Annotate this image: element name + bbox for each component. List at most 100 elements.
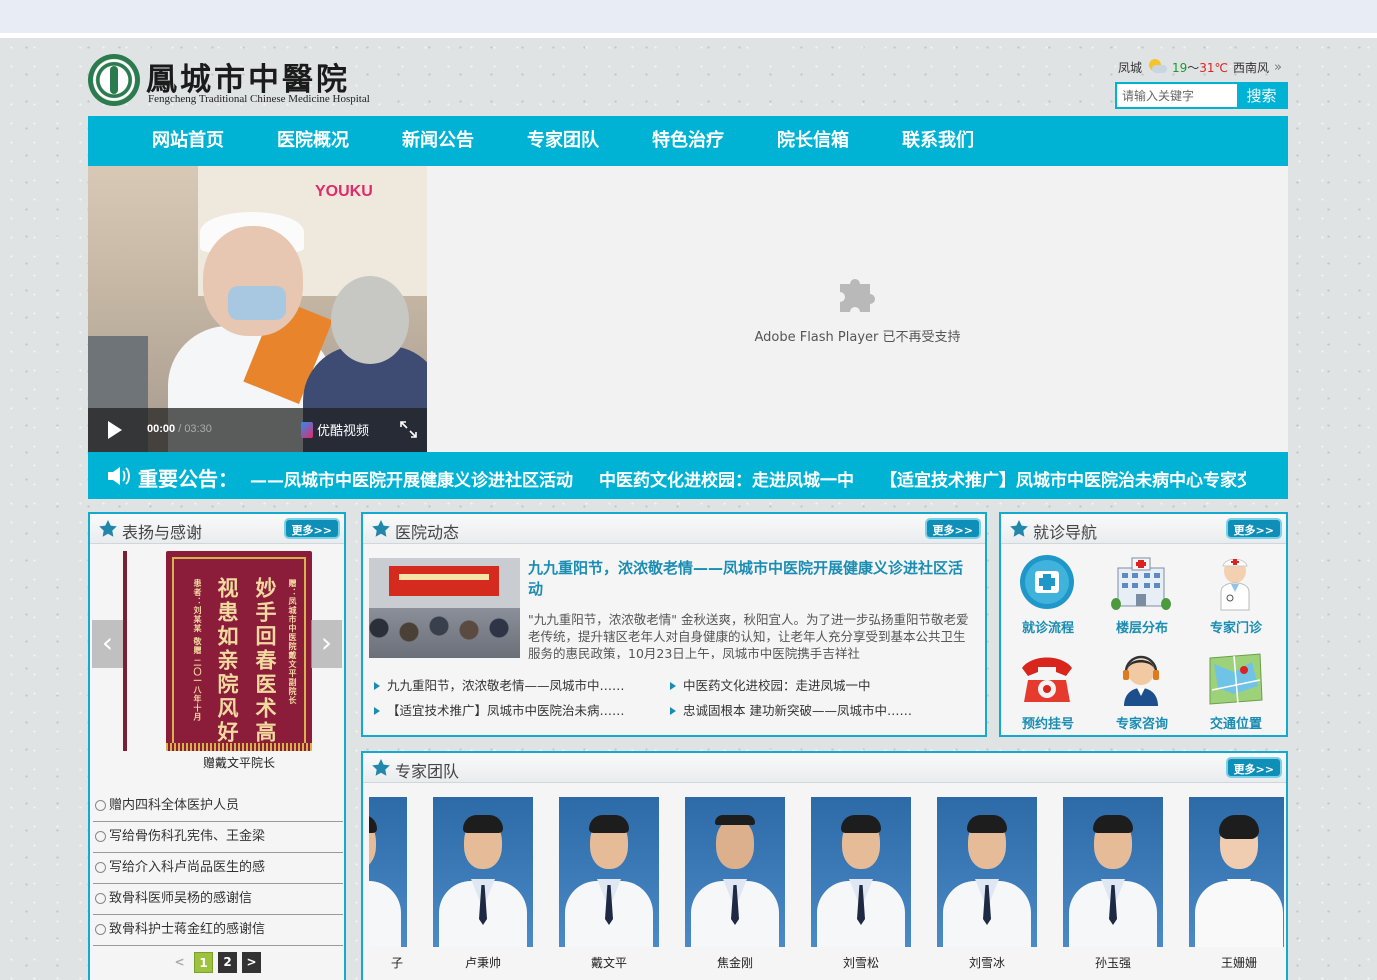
flash-message: Adobe Flash Player 已不再受支持 [754, 330, 961, 345]
nav-experts[interactable]: 专家团队 [527, 116, 599, 166]
list-item[interactable]: 致骨科医师吴杨的感谢信 [92, 884, 343, 915]
video-brand-label: 优酷视频 [317, 424, 370, 439]
expert-card[interactable]: 刘雪松 [811, 797, 911, 977]
weather-city: 凤城 [1117, 60, 1142, 75]
video-time-separator: / [175, 423, 185, 435]
search-button[interactable]: 搜索 [1237, 84, 1286, 107]
list-item[interactable]: 赠内四科全体医护人员 [92, 791, 343, 822]
expert-card[interactable]: 戴文平 [559, 797, 659, 977]
expert-card[interactable]: 王姗姗 [1189, 797, 1284, 977]
list-item[interactable]: 写给介入科卢尚品医生的感 [92, 853, 343, 884]
experts-panel-header: 专家团队 更多>> [363, 753, 1286, 783]
news-link[interactable]: 中医药文化进校园：走进凤城一中 [667, 677, 963, 695]
expert-photo [811, 797, 911, 947]
search-input[interactable] [1117, 84, 1237, 107]
news-link[interactable]: 忠诚固根本 建功新突破——凤城市中…… [667, 702, 963, 720]
guide-expert-clinic[interactable]: 专家门诊 [1189, 550, 1283, 642]
pagination-prev[interactable]: < [170, 952, 189, 973]
nav-home[interactable]: 网站首页 [152, 116, 224, 166]
news-headline-link[interactable]: 九九重阳节，浓浓敬老情——凤城市中医院开展健康义诊进社区活动 [528, 558, 973, 600]
site-logo[interactable]: 鳳城市中醫院 Fengcheng Traditional Chinese Med… [88, 52, 388, 110]
guide-more-button[interactable]: 更多>> [1225, 518, 1282, 539]
star-icon [372, 759, 390, 776]
slide-next-button[interactable]: › [311, 620, 342, 668]
building-icon [1111, 557, 1171, 610]
expert-card[interactable]: 孙玉强 [1063, 797, 1163, 977]
nav-news[interactable]: 新闻公告 [402, 116, 474, 166]
list-item[interactable]: 写给骨伤科孔宪伟、王金梁 [92, 822, 343, 853]
nav-treatment[interactable]: 特色治疗 [652, 116, 724, 166]
photo-crowd [369, 608, 520, 658]
prev-slide-edge [123, 551, 127, 751]
expert-name: 刘雪松 [842, 956, 879, 970]
expert-photo [433, 797, 533, 947]
guide-floor-map[interactable]: 楼层分布 [1095, 550, 1189, 642]
expert-photo [1063, 797, 1163, 947]
news-link-label: 忠诚固根本 建功新突破——凤城市中…… [683, 703, 912, 718]
banner-inscription-right: 赠：凤城市中医院戴文平副院长 [288, 579, 298, 705]
pagination-page-1[interactable]: 1 [194, 952, 213, 973]
notice-item[interactable]: 【适宜技术推广】凤城市中医院治未病中心专家交 [880, 471, 1246, 488]
guide-booking[interactable]: 预约挂号 [1001, 646, 1095, 738]
triangle-bullet-icon [670, 707, 676, 715]
map-icon [1209, 653, 1263, 705]
news-more-button[interactable]: 更多>> [924, 518, 981, 539]
weather-more-icon[interactable]: » [1274, 60, 1282, 75]
nav-mailbox[interactable]: 院长信箱 [777, 116, 849, 166]
hospital-emblem-icon [88, 54, 140, 106]
news-link[interactable]: 九九重阳节，浓浓敬老情——凤城市中…… [371, 677, 667, 695]
news-link[interactable]: 【适宜技术推广】凤城市中医院治未病…… [371, 702, 667, 720]
triangle-bullet-icon [670, 682, 676, 690]
expert-card[interactable]: 子 [369, 797, 407, 977]
nav-about[interactable]: 医院概况 [277, 116, 349, 166]
news-link-list: 九九重阳节，浓浓敬老情——凤城市中…… 中医药文化进校园：走进凤城一中 【适宜技… [371, 677, 976, 720]
video-frame-patient-head [331, 276, 409, 364]
notice-marquee: ——凤城市中医院开展健康义诊进社区活动 中医药文化进校园：走进凤城一中 【适宜技术推… [250, 466, 1246, 488]
wind-direction: 西南风 [1233, 60, 1270, 75]
banner-text-columns: 赠：凤城市中医院戴文平副院长 妙手回春医术高 视患如亲院风好 患者：刘某某 敬赠… [181, 577, 299, 745]
experts-more-button[interactable]: 更多>> [1225, 757, 1282, 778]
nav-contact[interactable]: 联系我们 [902, 116, 974, 166]
fullscreen-icon[interactable] [400, 421, 417, 438]
guide-label: 专家咨询 [1115, 717, 1168, 732]
video-time-current: 00:00 [147, 423, 176, 435]
silk-banner-image[interactable]: 赠：凤城市中医院戴文平副院长 妙手回春医术高 视患如亲院风好 患者：刘某某 敬赠… [166, 551, 312, 751]
paperclip-icon [92, 828, 109, 845]
guide-visit-process[interactable]: 就诊流程 [1001, 550, 1095, 642]
star-icon [1010, 520, 1028, 537]
list-item-label: 赠内四科全体医护人员 [109, 798, 240, 813]
pagination-next[interactable]: > [242, 952, 261, 973]
expert-name: 刘雪冰 [968, 956, 1005, 970]
notice-item[interactable]: ——凤城市中医院开展健康义诊进社区活动 [250, 471, 573, 488]
news-link-label: 九九重阳节，浓浓敬老情——凤城市中…… [387, 678, 625, 693]
guide-label: 楼层分布 [1115, 621, 1168, 636]
video-brand[interactable]: 优酷视频 [301, 420, 369, 439]
guide-grid: 就诊流程 楼层分布 专家门诊 预约挂号 专家咨询 交通位置 [1001, 550, 1285, 738]
thanks-more-button[interactable]: 更多>> [283, 518, 340, 539]
slide-prev-button[interactable]: ‹ [92, 620, 123, 668]
guide-panel-title: 就诊导航 [1033, 523, 1098, 542]
guide-consult[interactable]: 专家咨询 [1095, 646, 1189, 738]
search-box: 搜索 [1115, 82, 1288, 109]
video-player[interactable]: YOUKU 00:00 / 03:30 优酷视频 [88, 166, 427, 452]
expert-card[interactable]: 焦金刚 [685, 797, 785, 977]
paperclip-icon [92, 890, 109, 907]
news-panel: 医院动态 更多>> 九九重阳节，浓浓敬老情——凤城市中医院开展健康义诊进社区活动… [361, 512, 987, 737]
expert-carousel: 子 卢秉帅 戴文平 焦金刚 刘雪松 刘雪冰 孙玉强 王姗姗 [369, 797, 1284, 977]
weather-widget: 凤城 19～31℃ 西南风 » [1118, 58, 1282, 76]
expert-name: 王姗姗 [1220, 956, 1257, 970]
triangle-bullet-icon [374, 682, 380, 690]
news-link-label: 中医药文化进校园：走进凤城一中 [683, 678, 871, 693]
banner-inscription-left: 患者：刘某某 敬赠 二〇一八年十月 [193, 579, 203, 722]
expert-card[interactable]: 刘雪冰 [937, 797, 1037, 977]
notice-item[interactable]: 中医药文化进校园：走进凤城一中 [599, 471, 854, 488]
list-item[interactable]: 致骨科护士蒋金红的感谢信 [92, 915, 343, 946]
youku-mark-icon [301, 421, 313, 438]
pagination-page-2[interactable]: 2 [218, 952, 237, 973]
guide-label: 交通位置 [1209, 717, 1262, 732]
play-icon[interactable] [108, 421, 122, 439]
news-photo[interactable] [369, 558, 520, 658]
expert-card[interactable]: 卢秉帅 [433, 797, 533, 977]
temp-low: 19 [1171, 60, 1188, 75]
guide-location[interactable]: 交通位置 [1189, 646, 1283, 738]
